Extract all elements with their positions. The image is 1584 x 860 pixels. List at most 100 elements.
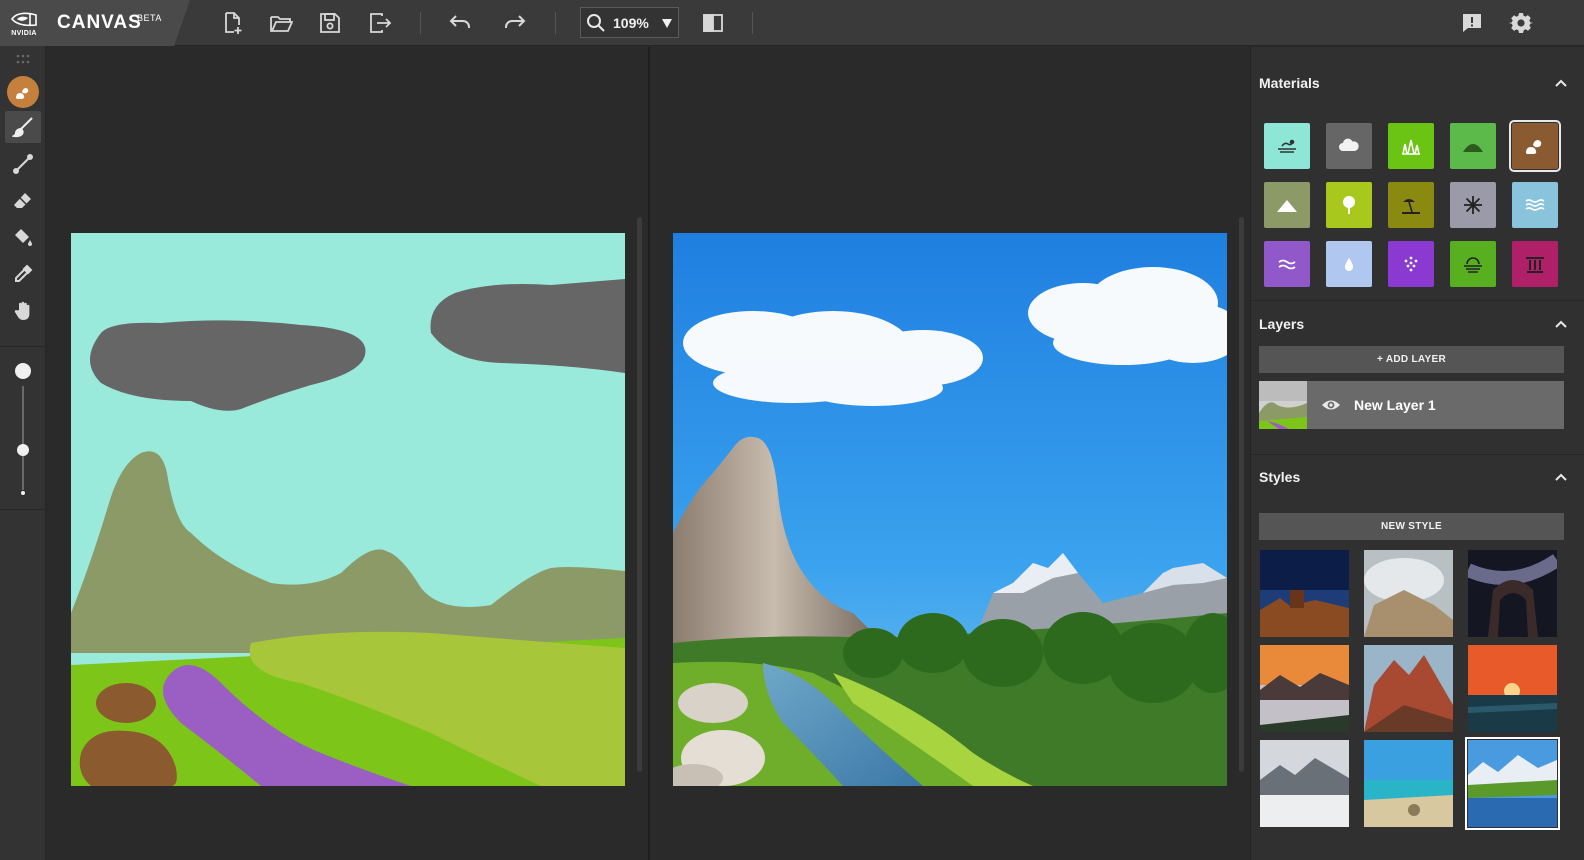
toolbar-divider <box>752 12 753 34</box>
magnifier-icon <box>587 13 605 32</box>
toolbar-divider <box>555 12 556 34</box>
material-tree[interactable] <box>1326 182 1372 228</box>
river-icon <box>1278 259 1296 270</box>
materials-title: Materials <box>1259 75 1320 91</box>
save-icon <box>320 13 340 33</box>
feedback-icon <box>1463 14 1481 32</box>
material-grass[interactable] <box>1388 123 1434 169</box>
eraser-icon <box>14 193 31 208</box>
material-river[interactable] <box>1264 241 1310 287</box>
right-scrollbar[interactable] <box>1239 217 1244 772</box>
section-divider <box>1251 300 1584 301</box>
brand-block: NVIDIA CANVAS BETA <box>0 0 190 46</box>
split-view-icon <box>703 14 723 32</box>
brush-tool[interactable] <box>5 111 41 143</box>
chevron-up-icon[interactable] <box>1553 316 1569 332</box>
style-thumb-ocean-sunset[interactable] <box>1468 645 1557 732</box>
app-title: CANVAS <box>57 12 142 33</box>
folder-open-icon <box>270 16 293 32</box>
brush-icon <box>12 117 33 138</box>
layers-title: Layers <box>1259 316 1305 332</box>
compare-view-button[interactable] <box>697 7 729 39</box>
right-panel: Materials Layers + ADD LAYER New Layer 1… <box>1250 47 1584 860</box>
sea-icon <box>1278 139 1296 153</box>
export-button[interactable] <box>364 7 396 39</box>
drag-grip-icon[interactable] <box>15 54 31 64</box>
chevron-up-icon[interactable] <box>1553 469 1569 485</box>
material-snow[interactable] <box>1450 182 1496 228</box>
styles-header[interactable]: Styles <box>1259 465 1569 489</box>
materials-header[interactable]: Materials <box>1259 71 1569 95</box>
brush-size-slider[interactable] <box>12 360 34 500</box>
zoom-dropdown[interactable]: 109% <box>580 7 679 38</box>
zoom-value: 109% <box>613 14 649 31</box>
pan-tool[interactable] <box>5 295 41 327</box>
segmentation-canvas[interactable] <box>71 233 625 786</box>
rock-icon <box>1526 140 1542 154</box>
grass-icon <box>1402 139 1420 155</box>
feedback-button[interactable] <box>1456 7 1488 39</box>
settings-button[interactable] <box>1505 7 1537 39</box>
hand-icon <box>14 301 30 320</box>
style-thumb-misty-peaks[interactable] <box>1260 740 1349 827</box>
export-icon <box>370 13 392 33</box>
chevron-up-icon[interactable] <box>1553 75 1569 91</box>
eraser-tool[interactable] <box>5 185 41 217</box>
redo-button[interactable] <box>499 7 531 39</box>
tree-icon <box>1343 196 1355 214</box>
min-size-icon <box>21 491 25 495</box>
tool-divider <box>0 346 46 347</box>
material-flowers[interactable] <box>1388 241 1434 287</box>
styles-title: Styles <box>1259 469 1301 485</box>
style-thumb-alpine-lake[interactable] <box>1465 737 1560 830</box>
material-water[interactable] <box>1512 182 1558 228</box>
current-material-swatch[interactable] <box>7 76 39 108</box>
split-divider[interactable] <box>648 47 650 860</box>
material-structure[interactable] <box>1512 241 1558 287</box>
beta-badge: BETA <box>137 13 162 23</box>
line-tool[interactable] <box>5 148 41 180</box>
line-icon <box>13 154 33 174</box>
fog-icon <box>1464 257 1482 273</box>
add-layer-button[interactable]: + ADD LAYER <box>1259 346 1564 373</box>
material-sky[interactable] <box>1326 241 1372 287</box>
material-rock[interactable] <box>1509 120 1561 172</box>
style-thumb-sunset-fog[interactable] <box>1260 645 1349 732</box>
layer-item[interactable]: New Layer 1 <box>1259 381 1564 429</box>
style-thumb-milky-way-arch[interactable] <box>1468 550 1557 637</box>
fill-tool[interactable] <box>5 221 41 253</box>
material-hill[interactable] <box>1450 123 1496 169</box>
material-beach[interactable] <box>1388 182 1434 228</box>
dropdown-caret-icon <box>661 18 672 28</box>
slider-thumb[interactable] <box>17 444 29 456</box>
nvidia-logo: NVIDIA <box>7 9 41 39</box>
sparkle-icon <box>1404 256 1418 272</box>
undo-button[interactable] <box>444 7 476 39</box>
eyedropper-tool[interactable] <box>5 258 41 290</box>
material-sea[interactable] <box>1264 123 1310 169</box>
snowflake-icon <box>1464 196 1482 214</box>
style-thumb-desert-night[interactable] <box>1260 550 1349 637</box>
left-scrollbar[interactable] <box>637 217 642 772</box>
new-file-button[interactable] <box>216 7 248 39</box>
style-thumb-cloudy-rocks[interactable] <box>1364 550 1453 637</box>
new-style-button[interactable]: NEW STYLE <box>1259 513 1564 540</box>
toolbar-divider <box>420 12 421 34</box>
style-thumb-tropical-beach[interactable] <box>1364 740 1453 827</box>
canvas-app: NVIDIA CANVAS BETA 109% Materials Layers… <box>0 0 1584 860</box>
material-cloud[interactable] <box>1326 123 1372 169</box>
style-thumb-red-peaks[interactable] <box>1364 645 1453 732</box>
section-divider <box>1251 454 1584 455</box>
open-file-button[interactable] <box>265 7 297 39</box>
layers-header[interactable]: Layers <box>1259 312 1569 336</box>
fill-bucket-icon <box>15 229 32 246</box>
mountain-icon <box>1277 200 1297 212</box>
material-mountain[interactable] <box>1264 182 1310 228</box>
nvidia-wordmark: NVIDIA <box>11 30 37 37</box>
top-toolbar: NVIDIA CANVAS BETA 109% <box>0 0 1584 46</box>
tool-divider <box>0 509 46 510</box>
save-button[interactable] <box>314 7 346 39</box>
redo-icon <box>505 15 526 28</box>
eye-icon[interactable] <box>1321 395 1341 415</box>
material-fog[interactable] <box>1450 241 1496 287</box>
